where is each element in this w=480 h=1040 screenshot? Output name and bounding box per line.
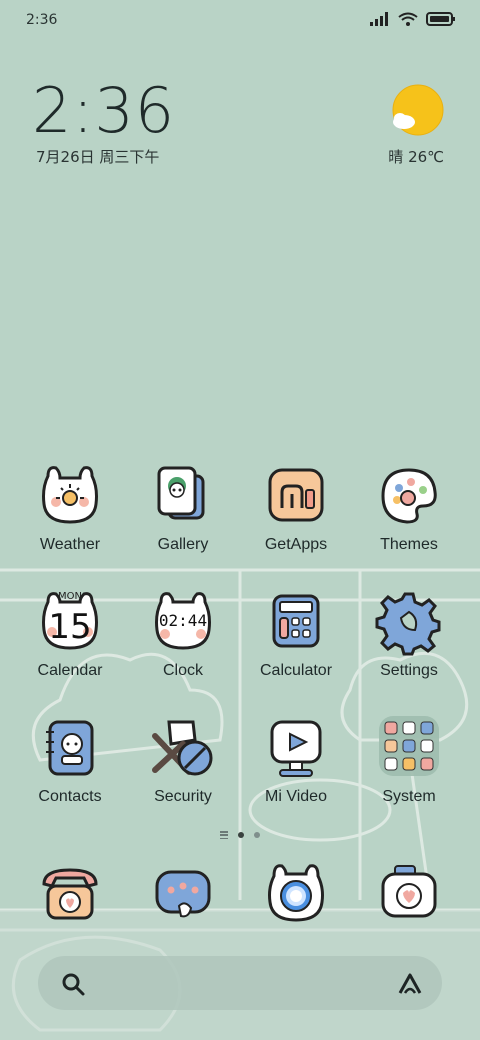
sun-icon xyxy=(392,84,444,136)
app-label: GetApps xyxy=(264,536,328,553)
page-dot-active[interactable] xyxy=(238,832,244,838)
dock-messages[interactable] xyxy=(127,862,239,926)
signal-icon xyxy=(370,12,388,26)
dock-camera[interactable] xyxy=(353,862,465,926)
app-security[interactable]: Security xyxy=(127,714,239,806)
app-label: Calculator xyxy=(259,662,333,679)
page-dot[interactable] xyxy=(254,832,260,838)
list-view-icon[interactable] xyxy=(220,831,228,839)
app-getapps[interactable]: GetApps xyxy=(240,462,352,554)
app-clock[interactable]: 02:44 Clock xyxy=(127,588,239,680)
security-icon xyxy=(149,714,217,782)
wifi-icon xyxy=(398,12,418,26)
app-label: Security xyxy=(154,788,212,805)
app-label: Themes xyxy=(380,536,438,553)
app-settings[interactable]: Settings xyxy=(353,588,465,680)
themes-icon xyxy=(375,462,443,530)
calendar-date: 15 xyxy=(48,607,91,647)
calendar-day: MON xyxy=(58,591,82,602)
search-bar[interactable] xyxy=(38,956,442,1010)
assistant-icon[interactable] xyxy=(396,971,424,997)
app-gallery[interactable]: Gallery xyxy=(127,462,239,554)
getapps-icon xyxy=(262,462,330,530)
battery-icon xyxy=(426,12,455,26)
search-icon[interactable] xyxy=(60,971,86,997)
gallery-icon xyxy=(149,462,217,530)
app-mi-video[interactable]: Mi Video xyxy=(240,714,352,806)
app-calendar[interactable]: MON 15 Calendar xyxy=(14,588,126,680)
system-folder-icon xyxy=(375,714,443,782)
app-label: Calendar xyxy=(37,662,103,679)
app-label: Contacts xyxy=(38,788,102,805)
weather-icon xyxy=(36,462,104,530)
browser-icon xyxy=(262,862,330,926)
page-indicator[interactable] xyxy=(200,828,280,842)
camera-icon xyxy=(375,862,443,926)
status-bar: 2:36 xyxy=(0,0,480,40)
phone-icon xyxy=(36,862,104,926)
settings-icon xyxy=(375,588,443,656)
mivideo-icon xyxy=(262,714,330,782)
app-label: Mi Video xyxy=(265,788,327,805)
app-system-folder[interactable]: System xyxy=(353,714,465,806)
calculator-icon xyxy=(262,588,330,656)
clock-icon: 02:44 xyxy=(149,588,217,656)
calendar-icon: MON 15 xyxy=(36,588,104,656)
messages-icon xyxy=(149,862,217,926)
clock-widget-date[interactable]: 7月26日 周三下午 xyxy=(36,146,159,167)
status-time: 2:36 xyxy=(26,12,58,28)
contacts-icon xyxy=(36,714,104,782)
clock-widget-time[interactable]: 2:36 xyxy=(32,74,175,147)
app-label: Weather xyxy=(39,536,101,553)
app-contacts[interactable]: Contacts xyxy=(14,714,126,806)
weather-text: 晴 26℃ xyxy=(388,148,444,166)
app-calculator[interactable]: Calculator xyxy=(240,588,352,680)
app-label: Gallery xyxy=(157,536,209,553)
clock-face-time: 02:44 xyxy=(159,611,207,630)
app-label: Settings xyxy=(380,662,438,679)
app-weather[interactable]: Weather xyxy=(14,462,126,554)
dock-browser[interactable] xyxy=(240,862,352,926)
weather-widget[interactable] xyxy=(390,84,446,144)
app-label: Clock xyxy=(162,662,203,679)
status-icons xyxy=(370,12,456,26)
app-themes[interactable]: Themes xyxy=(353,462,465,554)
app-label: System xyxy=(382,788,436,805)
dock-phone[interactable] xyxy=(14,862,126,926)
